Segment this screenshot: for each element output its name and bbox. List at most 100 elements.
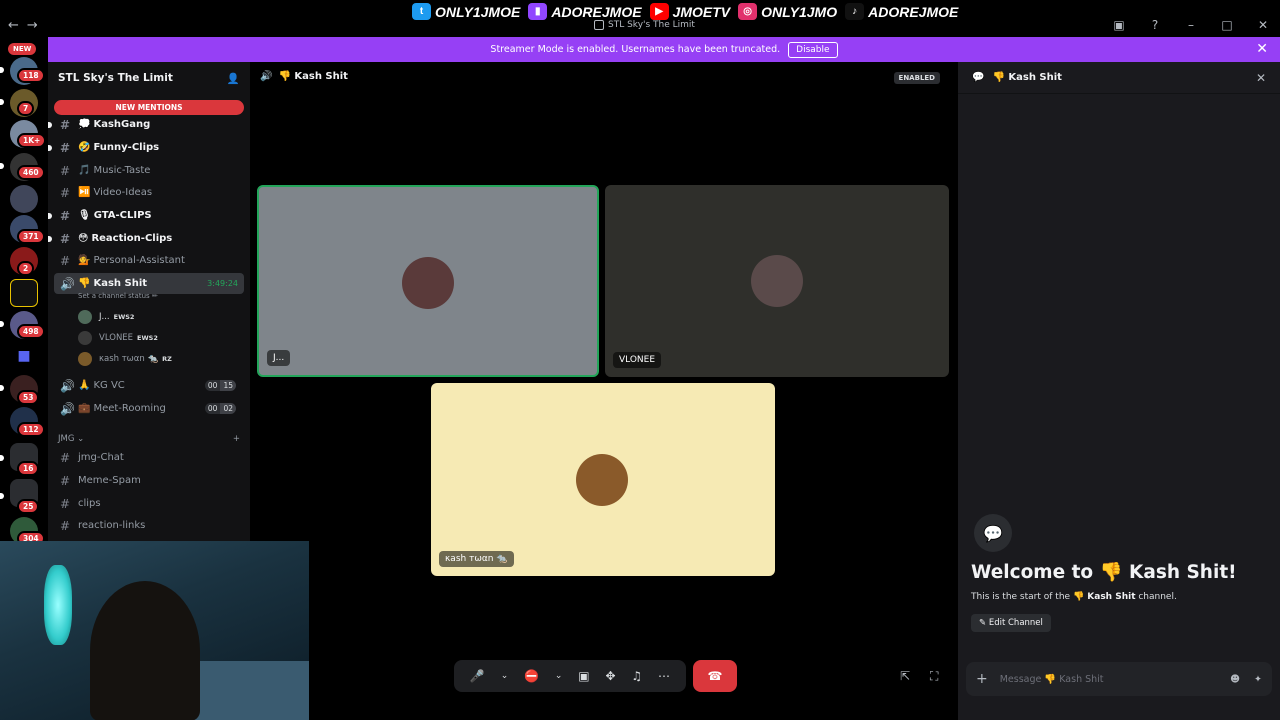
close-icon[interactable]: ✕ (1256, 71, 1266, 85)
window-title: STL Sky's The Limit (594, 20, 695, 30)
participant-name: J... (267, 350, 291, 366)
channel-status[interactable]: Set a channel status ✏ (78, 292, 158, 300)
streamer (90, 581, 200, 720)
voice-user[interactable]: J... EWS2 (78, 307, 134, 326)
chevron-down-icon[interactable]: ⌄ (501, 671, 509, 681)
social-handle: ONLY1JMO (761, 3, 838, 20)
fullscreen-icon[interactable]: ⛶ (930, 669, 938, 684)
channel-name: KG VC (93, 380, 125, 391)
screen-share-icon[interactable]: ▣ (578, 669, 589, 683)
welcome-suffix: channel. (1135, 592, 1177, 602)
category-name: JMG (58, 434, 75, 444)
more-icon[interactable]: ⋯ (658, 669, 670, 683)
channel-emoji: 💁 (78, 255, 91, 266)
channel-gta-clips[interactable]: # 🎙 GTA-CLIPS (48, 205, 244, 226)
channel-emoji: 😳 (78, 233, 89, 244)
close-icon[interactable]: ✕ (1256, 18, 1270, 32)
streamer-mode-bar: Streamer Mode is enabled. Usernames have… (48, 37, 1280, 62)
new-mentions-pill[interactable]: NEW MENTIONS (54, 100, 244, 115)
participant-avatar (751, 255, 803, 307)
unread-indicator (0, 99, 4, 105)
user-tag: EWS2 (137, 333, 158, 342)
channel-reaction-clips[interactable]: # 😳 Reaction-Clips (48, 228, 244, 249)
voice-user[interactable]: VLONEE EWS2 (78, 328, 158, 347)
add-member-icon[interactable]: 👤 (227, 72, 240, 85)
voice-channel-meet-rooming[interactable]: 🔊 💼 Meet-Rooming 00 02 (54, 398, 244, 419)
window-controls: ▣ ? – □ ✕ (1112, 18, 1270, 32)
message-input[interactable]: + Message 👎 Kash Shit ☻ ✦ (966, 662, 1272, 696)
close-icon[interactable]: ✕ (1256, 41, 1268, 57)
social-youtube: ▶ JMOETV (649, 3, 731, 20)
voice-user[interactable]: κash тωαn 🐀 RZ (78, 349, 172, 368)
popout-icon[interactable]: ⇱ (900, 669, 910, 683)
chat-header: 💬 👎 Kash Shit ✕ (958, 62, 1280, 94)
social-handle: ADOREJMOE (868, 3, 959, 20)
maximize-icon[interactable]: □ (1220, 18, 1234, 32)
social-handle: JMOETV (672, 3, 731, 20)
add-attachment-icon[interactable]: + (976, 671, 988, 687)
server-header[interactable]: STL Sky's The Limit 👤 (48, 62, 250, 94)
participant-tile[interactable]: κash тωαn 🐀 (431, 383, 775, 576)
disable-streamer-button[interactable]: Disable (788, 41, 838, 58)
channel-jmg-chat[interactable]: # jmg-Chat (54, 447, 244, 468)
participant-name: κash тωαn 🐀 (439, 551, 514, 567)
channel-name: Funny-Clips (93, 142, 160, 153)
apps-icon[interactable]: ✦ (1254, 674, 1262, 685)
voice-call-area: 🔊 👎 Kash Shit ENABLED J... VLONEE κash тω… (250, 62, 954, 720)
hash-icon: # (60, 450, 71, 465)
nav-arrows[interactable]: ←→ (8, 18, 46, 33)
channel-name: Music-Taste (93, 165, 151, 176)
tiktok-icon: ♪ (845, 3, 865, 20)
call-controls: 🎤 ⌄ ⛔ ⌄ ▣ ✥ ♫ ⋯ (454, 660, 686, 692)
window-title-text: STL Sky's The Limit (608, 20, 695, 30)
hash-icon: # (60, 208, 71, 223)
hash-icon: # (60, 231, 71, 246)
hash-icon: # (60, 185, 71, 200)
emoji-icon[interactable]: ☻ (1230, 674, 1240, 685)
social-tiktok: ♪ ADOREJMOE (845, 3, 958, 20)
user-count: 00 (204, 380, 221, 391)
help-icon[interactable]: ? (1148, 18, 1162, 32)
channel-video-ideas[interactable]: # ⏯️ Video-Ideas (54, 182, 244, 203)
server-icon[interactable] (10, 279, 38, 307)
channel-music-taste[interactable]: # 🎵 Music-Taste (54, 160, 244, 181)
channel-clips[interactable]: # clips (54, 493, 244, 514)
minimize-icon[interactable]: – (1184, 18, 1198, 32)
participant-tile[interactable]: VLONEE (605, 185, 949, 377)
participant-avatar (576, 454, 628, 506)
camera-off-icon[interactable]: ⛔ (524, 669, 539, 683)
channel-kashgang[interactable]: # 💭 KashGang (48, 114, 244, 135)
discord-icon (594, 20, 604, 30)
chevron-down-icon[interactable]: ⌄ (555, 671, 563, 681)
mention-badge: 498 (17, 324, 45, 339)
channel-name: Kash Shit (93, 278, 148, 289)
folder-icon[interactable]: ■ (10, 342, 38, 370)
unread-indicator (48, 235, 52, 242)
unread-indicator (0, 455, 4, 461)
add-channel-icon[interactable]: + (233, 434, 240, 444)
welcome-title: Welcome to 👎 Kash Shit! (971, 562, 1237, 583)
disconnect-button[interactable]: ☎ (693, 660, 737, 692)
voice-channel-kash-shit[interactable]: 🔊 👎 Kash Shit 3:49:24 (54, 273, 244, 294)
voice-channel-kg-vc[interactable]: 🔊 🙏 KG VC 00 15 (54, 375, 244, 396)
channel-meme-spam[interactable]: # Meme-Spam (54, 470, 244, 491)
participant-tile[interactable]: J... (257, 185, 599, 377)
welcome-subtitle: This is the start of the 👎 Kash Shit cha… (971, 592, 1177, 602)
unread-indicator (48, 212, 52, 219)
message-placeholder: Message 👎 Kash Shit (999, 673, 1104, 685)
channel-emoji: 👎 (78, 278, 91, 289)
channel-emoji: ⏯️ (78, 187, 91, 198)
inbox-icon[interactable]: ▣ (1112, 18, 1126, 32)
microphone-icon[interactable]: 🎤 (470, 669, 485, 683)
category-jmg[interactable]: JMG ⌄ + (58, 434, 240, 444)
channel-reaction-links[interactable]: # reaction-links (54, 515, 244, 536)
participant-avatar (402, 257, 454, 309)
server-icon[interactable] (10, 185, 38, 213)
hash-icon: # (60, 473, 71, 488)
soundboard-icon[interactable]: ♫ (631, 669, 642, 683)
activities-icon[interactable]: ✥ (605, 669, 615, 683)
channel-funny-clips[interactable]: # 🤣 Funny-Clips (48, 137, 244, 158)
channel-personal-assistant[interactable]: # 💁 Personal-Assistant (54, 250, 244, 271)
enabled-badge[interactable]: ENABLED (893, 72, 940, 84)
edit-channel-button[interactable]: ✎ Edit Channel (971, 614, 1051, 632)
